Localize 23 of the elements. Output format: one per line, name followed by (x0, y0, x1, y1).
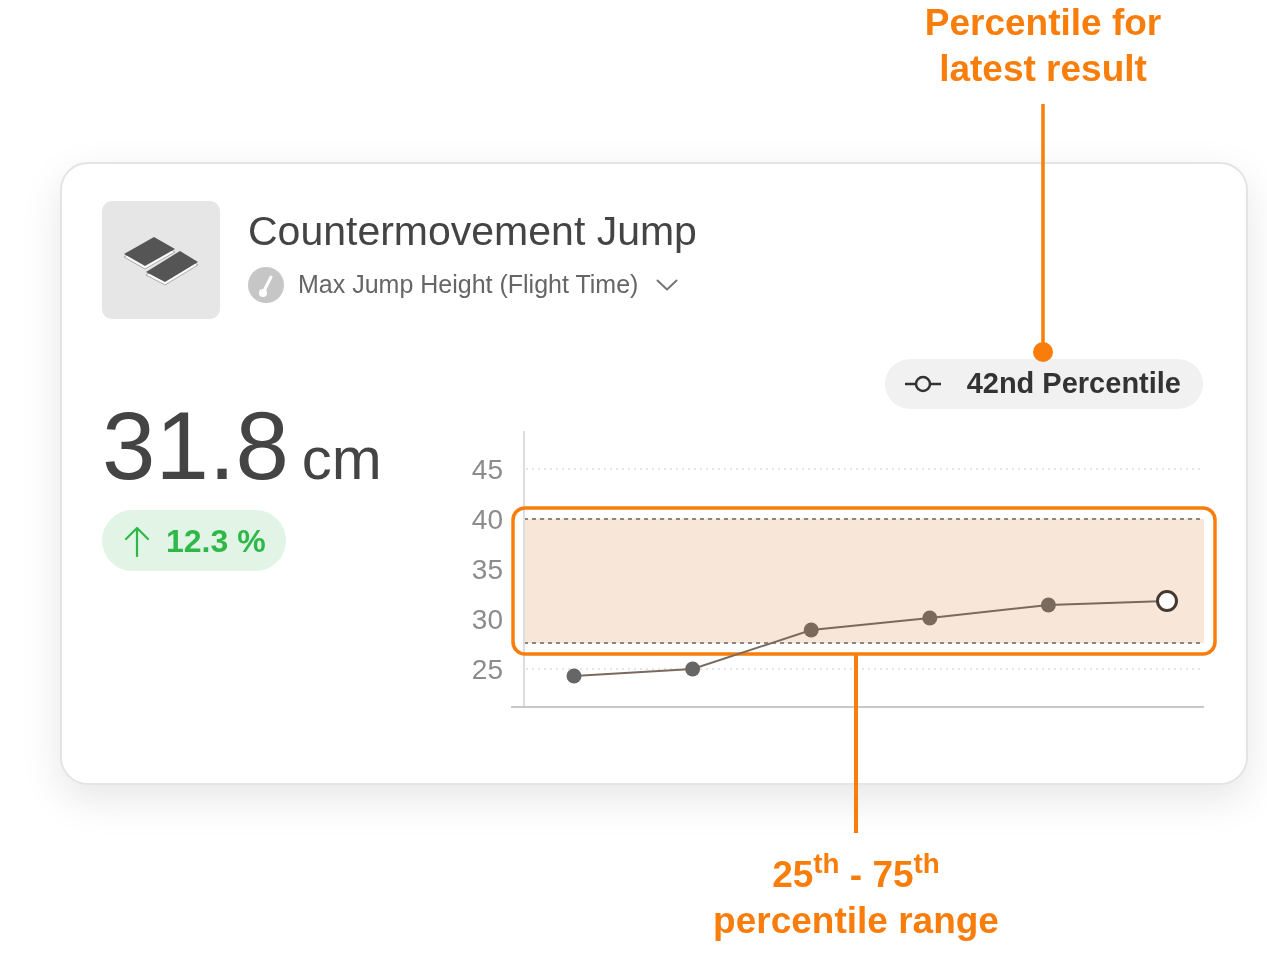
y-tick-label: 25 (471, 654, 503, 685)
data-point (922, 610, 938, 626)
chevron-down-icon (656, 279, 679, 291)
percentile-text: 42nd Percentile (966, 366, 1181, 402)
y-tick-label: 45 (471, 454, 503, 485)
plates-icon (102, 201, 220, 319)
change-value: 12.3 % (166, 521, 266, 561)
callout-text: Percentile for latest result (923, 1, 1163, 91)
callout-text: 25$^{th}$ - 75$^{th}$ percentile range (712, 852, 1000, 943)
y-tick-label: 40 (471, 504, 503, 535)
data-point (803, 622, 819, 638)
circle-on-line-icon (904, 374, 941, 394)
metric-value: 31.8 (102, 398, 289, 494)
y-tick-label: 35 (471, 554, 503, 585)
data-point (1040, 597, 1056, 613)
test-title: Countermovement Jump (248, 211, 697, 252)
y-tick-label: 30 (471, 604, 503, 635)
metric-dropdown[interactable]: Max Jump Height (Flight Time) (298, 266, 679, 304)
data-point (685, 661, 701, 677)
arrow-up-icon (122, 524, 152, 557)
unit-label: cm (301, 429, 382, 489)
gauge-icon (248, 267, 284, 303)
data-point (566, 668, 582, 684)
